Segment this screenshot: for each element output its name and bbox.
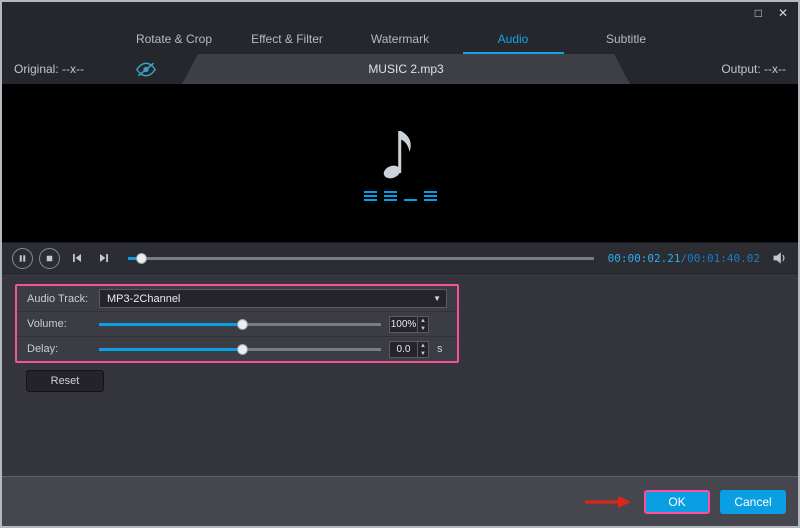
progress-track[interactable] (128, 256, 594, 260)
volume-slider[interactable] (99, 317, 381, 331)
time-total: 00:01:40.02 (687, 251, 760, 265)
volume-input[interactable]: 100% ▲ ▼ (389, 315, 429, 333)
progress-handle[interactable] (136, 252, 148, 264)
next-frame-button[interactable] (93, 248, 114, 269)
player-bar: 00:00:02.21/00:01:40.02 (2, 242, 798, 273)
delay-slider-fill (99, 347, 243, 351)
eye-off-icon[interactable] (136, 61, 157, 77)
close-button[interactable]: ✕ (778, 7, 788, 19)
time-current: 00:00:02.21 (607, 251, 681, 265)
delay-label: Delay: (27, 343, 59, 355)
output-label: Output: --x-- (721, 62, 786, 76)
delay-stepper-down[interactable]: ▼ (418, 350, 428, 358)
tab-audio[interactable]: Audio (457, 24, 570, 54)
volume-stepper-up[interactable]: ▲ (418, 317, 428, 325)
volume-slider-handle[interactable] (237, 318, 249, 330)
tab-rotate-crop[interactable]: Rotate & Crop (118, 24, 231, 54)
stop-button[interactable] (39, 247, 60, 269)
filename-banner: MUSIC 2.mp3 (182, 54, 630, 84)
tab-bar: Rotate & Crop Effect & Filter Watermark … (2, 24, 798, 54)
delay-row: Delay: 0.0 ▲ ▼ s (17, 336, 457, 361)
audio-track-label: Audio Track: (27, 292, 89, 305)
equalizer-bar-group (363, 191, 377, 201)
prev-frame-button[interactable] (66, 248, 87, 269)
volume-value: 100% (390, 318, 417, 330)
output-section: Output: --x-- (721, 54, 786, 84)
volume-label: Volume: (27, 318, 67, 330)
audio-track-value: MP3-2Channel (107, 292, 181, 305)
titlebar: □ ✕ (2, 2, 798, 24)
volume-slider-fill (99, 322, 243, 326)
arrow-head (618, 495, 631, 508)
delay-unit: s (437, 343, 443, 355)
time-display: 00:00:02.21/00:01:40.02 (608, 252, 760, 265)
ok-button[interactable]: OK (644, 489, 710, 514)
tab-effect-filter[interactable]: Effect & Filter (231, 24, 344, 54)
volume-stepper: ▲ ▼ (417, 316, 428, 333)
pointer-arrow-annotation (585, 495, 631, 508)
original-section: Original: --x-- (14, 54, 157, 84)
equalizer-icon (363, 189, 437, 201)
audio-settings-panel: Audio Track: MP3-2Channel ▼ Volume: 100% (15, 284, 459, 363)
equalizer-bar-group (403, 199, 417, 201)
original-label: Original: --x-- (14, 62, 85, 76)
equalizer-bar-group (383, 191, 397, 201)
delay-slider-handle[interactable] (237, 343, 249, 355)
cancel-button[interactable]: Cancel (720, 489, 786, 514)
progress-slider[interactable] (128, 251, 594, 265)
audio-track-select[interactable]: MP3-2Channel ▼ (99, 289, 447, 308)
app-window: □ ✕ Rotate & Crop Effect & Filter Waterm… (0, 0, 800, 528)
delay-slider[interactable] (99, 342, 381, 356)
delay-stepper-up[interactable]: ▲ (418, 342, 428, 350)
tab-watermark[interactable]: Watermark (344, 24, 457, 54)
delay-input[interactable]: 0.0 ▲ ▼ (389, 340, 429, 358)
audio-track-row: Audio Track: MP3-2Channel ▼ (17, 286, 457, 311)
delay-value: 0.0 (396, 343, 411, 355)
settings-zone: Audio Track: MP3-2Channel ▼ Volume: 100% (2, 273, 798, 476)
bottom-bar: OK Cancel (2, 476, 798, 526)
maximize-button[interactable]: □ (755, 7, 762, 19)
equalizer-bar-group (423, 191, 437, 201)
volume-row: Volume: 100% ▲ ▼ (17, 311, 457, 336)
pause-button[interactable] (12, 247, 33, 269)
preview-area (2, 84, 798, 242)
file-name: MUSIC 2.mp3 (368, 62, 444, 76)
tab-subtitle[interactable]: Subtitle (570, 24, 683, 54)
reset-button[interactable]: Reset (26, 370, 104, 392)
speaker-icon[interactable] (772, 251, 788, 265)
delay-stepper: ▲ ▼ (417, 341, 428, 358)
music-note-icon (383, 131, 411, 179)
preview-header: MUSIC 2.mp3 Original: --x-- Output: --x-… (2, 54, 798, 84)
volume-stepper-down[interactable]: ▼ (418, 325, 428, 333)
chevron-down-icon: ▼ (433, 294, 441, 303)
